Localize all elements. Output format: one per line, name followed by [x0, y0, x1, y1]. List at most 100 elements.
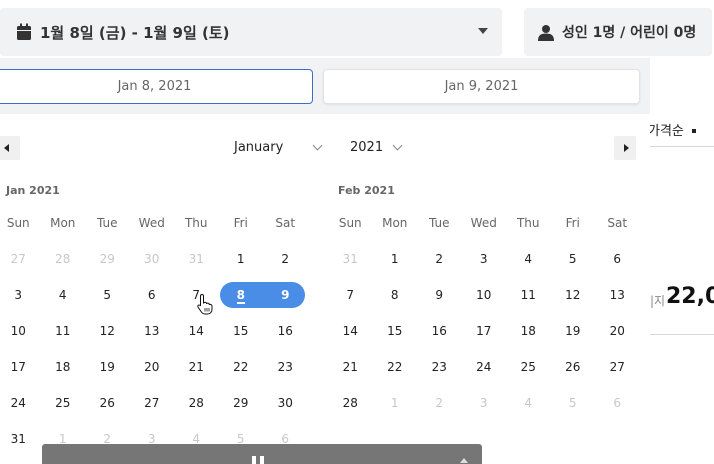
price-prefix: |지: [650, 294, 666, 308]
fast-forward-icon[interactable]: [304, 458, 318, 464]
day-number: 13: [609, 288, 625, 302]
day-cell[interactable]: 23: [417, 358, 462, 394]
video-control-bar[interactable]: [42, 444, 482, 464]
sort-options[interactable]: 가격순: [648, 120, 699, 139]
expand-up-icon[interactable]: [460, 458, 468, 463]
day-cell[interactable]: 6: [130, 286, 175, 322]
day-cell[interactable]: 28: [328, 394, 373, 430]
day-cell[interactable]: 7: [328, 286, 373, 322]
day-number: 10: [10, 324, 26, 338]
next-month-button[interactable]: [614, 136, 636, 160]
day-cell[interactable]: 24: [462, 358, 507, 394]
day-cell[interactable]: 1: [219, 250, 264, 286]
day-cell[interactable]: 20: [595, 322, 640, 358]
day-cell[interactable]: 11: [506, 286, 551, 322]
day-number: 5: [103, 288, 112, 302]
day-cell[interactable]: 13: [595, 286, 640, 322]
start-date-input[interactable]: Jan 8, 2021: [0, 69, 313, 104]
day-cell[interactable]: 1: [373, 250, 418, 286]
day-cell[interactable]: 5: [551, 250, 596, 286]
day-number: 9: [435, 288, 444, 302]
day-cell[interactable]: 4: [506, 250, 551, 286]
day-cell[interactable]: 23: [263, 358, 308, 394]
day-number: 28: [342, 396, 358, 410]
end-date-input[interactable]: Jan 9, 2021: [323, 69, 640, 104]
day-number: 14: [188, 324, 204, 338]
day-cell[interactable]: 18: [41, 358, 86, 394]
date-range-selector[interactable]: 1월 8일 (금) - 1월 9일 (토): [0, 8, 502, 56]
day-cell-selected-start[interactable]: 8: [219, 286, 264, 322]
day-cell[interactable]: 4: [41, 286, 86, 322]
day-cell[interactable]: 2: [263, 250, 308, 286]
day-cell: 1: [373, 394, 418, 430]
calendar-month-feb: Sun Mon Tue Wed Thu Fri Sat 31 1 2 3 4 5 6 7 8 9 10 11 12 13…: [328, 216, 640, 430]
day-cell[interactable]: 26: [551, 358, 596, 394]
rewind-icon[interactable]: [202, 458, 216, 464]
day-number: 25: [55, 396, 71, 410]
calendar-week-row: 3456789: [0, 286, 308, 322]
day-cell[interactable]: 15: [219, 322, 264, 358]
day-number: 28: [188, 396, 204, 410]
day-cell[interactable]: 16: [417, 322, 462, 358]
day-cell[interactable]: 29: [219, 394, 264, 430]
day-number: 10: [476, 288, 492, 302]
day-cell[interactable]: 27: [130, 394, 175, 430]
day-cell[interactable]: 14: [174, 322, 219, 358]
weekday-label: Sun: [338, 216, 362, 230]
day-cell[interactable]: 25: [41, 394, 86, 430]
year-select[interactable]: 2021: [350, 140, 383, 155]
day-cell[interactable]: 28: [174, 394, 219, 430]
month-select[interactable]: January: [234, 140, 283, 155]
day-cell[interactable]: 24: [0, 394, 41, 430]
day-cell[interactable]: 17: [0, 358, 41, 394]
day-cell[interactable]: 6: [595, 250, 640, 286]
day-cell[interactable]: 21: [174, 358, 219, 394]
day-cell[interactable]: 21: [328, 358, 373, 394]
day-cell[interactable]: 14: [328, 322, 373, 358]
weekday-label: Thu: [516, 216, 540, 230]
day-number: 31: [342, 252, 358, 266]
sort-price-label[interactable]: 가격순: [648, 124, 684, 139]
day-cell-selected-end[interactable]: 9: [263, 286, 308, 322]
day-cell[interactable]: 2: [417, 250, 462, 286]
day-cell[interactable]: 19: [551, 322, 596, 358]
day-cell[interactable]: 16: [263, 322, 308, 358]
day-cell[interactable]: 12: [85, 322, 130, 358]
day-cell: 5: [551, 394, 596, 430]
day-cell[interactable]: 9: [417, 286, 462, 322]
day-cell[interactable]: 22: [373, 358, 418, 394]
month-title: Feb 2021: [338, 184, 395, 197]
day-cell[interactable]: 18: [506, 322, 551, 358]
day-cell[interactable]: 22: [219, 358, 264, 394]
day-cell[interactable]: 3: [0, 286, 41, 322]
guest-selector[interactable]: 성인 1명 / 어린이 0명: [524, 8, 712, 56]
day-cell[interactable]: 8: [373, 286, 418, 322]
day-cell[interactable]: 10: [462, 286, 507, 322]
day-number: 15: [233, 324, 249, 338]
day-cell[interactable]: 5: [85, 286, 130, 322]
day-cell[interactable]: 11: [41, 322, 86, 358]
day-cell[interactable]: 31: [0, 430, 41, 464]
day-cell[interactable]: 25: [506, 358, 551, 394]
day-number: 4: [58, 288, 67, 302]
guest-count-text: 성인 1명 / 어린이 0명: [562, 25, 697, 41]
day-number: 8: [390, 288, 399, 302]
day-cell[interactable]: 19: [85, 358, 130, 394]
pause-icon[interactable]: [250, 456, 266, 464]
day-cell[interactable]: 17: [462, 322, 507, 358]
day-cell[interactable]: 20: [130, 358, 175, 394]
day-cell[interactable]: 12: [551, 286, 596, 322]
day-cell: 3: [462, 394, 507, 430]
day-cell[interactable]: 15: [373, 322, 418, 358]
day-cell[interactable]: 10: [0, 322, 41, 358]
previous-month-button[interactable]: [0, 136, 20, 160]
day-cell[interactable]: 13: [130, 322, 175, 358]
day-number: 19: [99, 360, 115, 374]
day-cell[interactable]: 3: [462, 250, 507, 286]
weekday-label: Sat: [275, 216, 296, 230]
chevron-down-icon: [392, 140, 403, 151]
day-cell[interactable]: 27: [595, 358, 640, 394]
day-cell[interactable]: 26: [85, 394, 130, 430]
day-cell[interactable]: 30: [263, 394, 308, 430]
day-number: 19: [565, 324, 581, 338]
